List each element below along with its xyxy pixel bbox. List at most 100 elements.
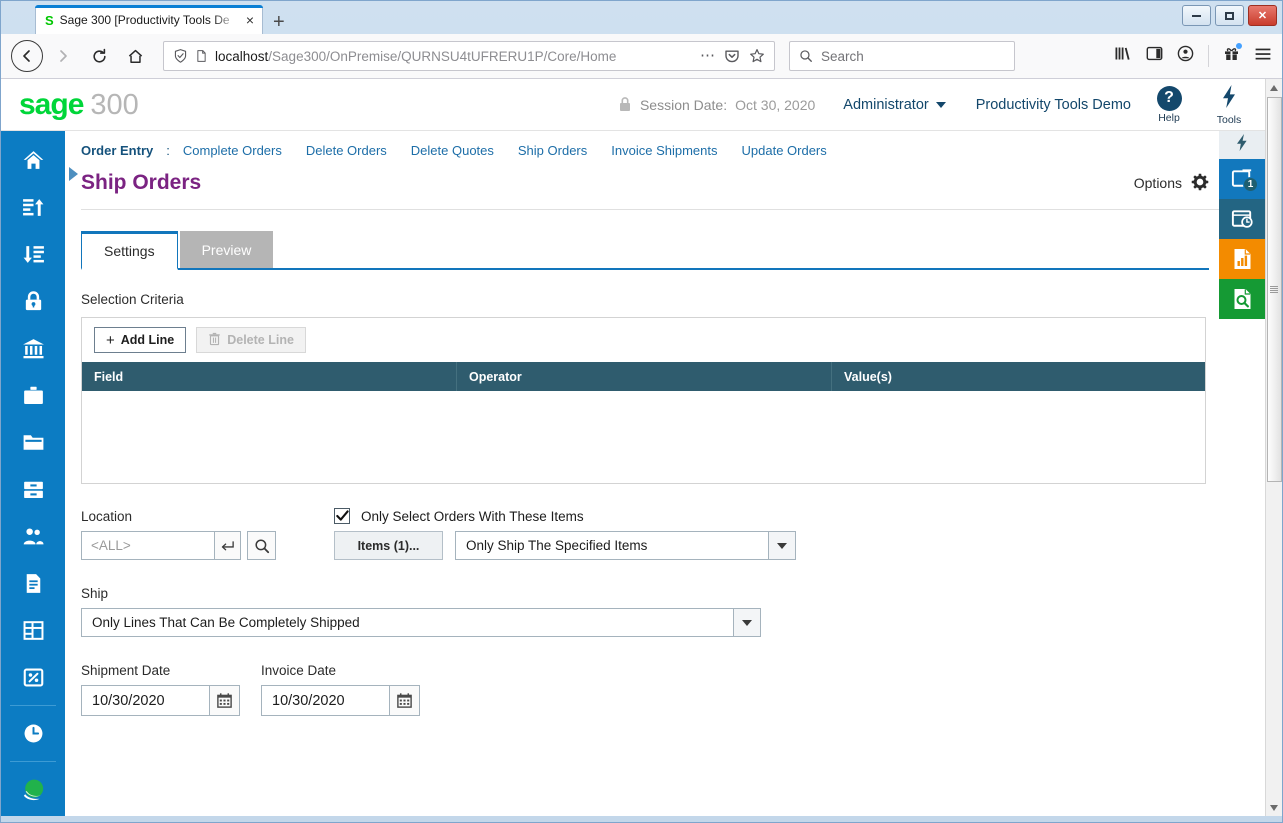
calendar-icon[interactable] <box>389 685 420 716</box>
new-tab-button[interactable]: + <box>273 12 285 32</box>
account-icon[interactable] <box>1177 45 1194 67</box>
column-header-values[interactable]: Value(s) <box>832 362 1205 391</box>
column-header-field[interactable]: Field <box>82 362 457 391</box>
library-icon[interactable] <box>1114 45 1132 67</box>
url-bar[interactable]: localhost/Sage300/OnPremise/QURNSU4tUFRE… <box>163 41 775 71</box>
help-button[interactable]: ? Help <box>1147 85 1191 124</box>
breadcrumb-link-delete-orders[interactable]: Delete Orders <box>306 143 387 158</box>
sage-logo[interactable]: sage 300 <box>19 88 139 121</box>
page-title: Ship Orders <box>81 171 202 194</box>
sage-logo-number: 300 <box>90 88 139 121</box>
right-rail-window-list[interactable]: 1 <box>1219 159 1265 199</box>
scroll-up-button[interactable] <box>1265 79 1282 96</box>
only-select-orders-checkbox-row[interactable]: Only Select Orders With These Items <box>334 508 796 524</box>
ship-select-value: Only Lines That Can Be Completely Shippe… <box>92 615 360 630</box>
bookmark-star-icon[interactable] <box>749 48 765 64</box>
breadcrumb-separator: : <box>166 143 170 158</box>
tab-preview[interactable]: Preview <box>179 231 274 270</box>
back-button[interactable] <box>11 40 43 72</box>
sidebar-item-bank-services[interactable] <box>1 325 65 372</box>
page-scrollbar[interactable] <box>1265 79 1282 816</box>
menu-expander[interactable] <box>65 131 81 816</box>
scroll-down-button[interactable] <box>1265 799 1282 816</box>
extensions-gift-icon[interactable] <box>1223 43 1242 67</box>
sidebar-item-recent[interactable] <box>1 710 65 757</box>
items-controls-row: Items (1)... Only Ship The Specified Ite… <box>334 531 796 560</box>
shipment-date-field: 10/30/2020 <box>81 685 240 716</box>
tab-settings[interactable]: Settings <box>81 231 178 270</box>
hamburger-menu-icon[interactable] <box>1254 46 1272 67</box>
expand-arrow-icon[interactable] <box>68 167 78 181</box>
only-select-orders-checkbox[interactable] <box>334 508 350 524</box>
breadcrumb-link-update-orders[interactable]: Update Orders <box>742 143 827 158</box>
shipment-date-input[interactable]: 10/30/2020 <box>81 685 209 716</box>
maximize-button[interactable] <box>1215 5 1244 26</box>
only-select-orders-label: Only Select Orders With These Items <box>361 508 584 524</box>
breadcrumb-link-complete-orders[interactable]: Complete Orders <box>183 143 282 158</box>
items-button[interactable]: Items (1)... <box>334 531 443 560</box>
right-rail-schedule[interactable] <box>1219 199 1265 239</box>
breadcrumb-link-invoice-shipments[interactable]: Invoice Shipments <box>611 143 717 158</box>
enter-arrow-icon[interactable] <box>214 531 241 560</box>
chevron-down-icon[interactable] <box>733 609 760 636</box>
minimize-button[interactable] <box>1182 5 1211 26</box>
sidebar-item-home[interactable] <box>1 137 65 184</box>
sage-header: sage 300 Session Date: Oct 30, 2020 Admi… <box>1 79 1265 131</box>
briefcase-icon <box>23 386 43 405</box>
selection-criteria-grid: + Add Line Delete Line Field Operator Va… <box>81 317 1206 484</box>
scrollbar-thumb[interactable] <box>1266 97 1282 482</box>
chevron-down-icon[interactable] <box>768 532 795 559</box>
add-line-button[interactable]: + Add Line <box>94 327 187 353</box>
pocket-icon[interactable] <box>724 48 740 64</box>
right-rail-reports[interactable] <box>1219 239 1265 279</box>
forward-button[interactable] <box>47 40 79 72</box>
sidebar-item-reports[interactable] <box>1 607 65 654</box>
ship-select[interactable]: Only Lines That Can Be Completely Shippe… <box>81 608 761 637</box>
sidebar-toggle-icon[interactable] <box>1146 45 1163 67</box>
accounts-receivable-icon <box>23 246 44 263</box>
user-menu[interactable]: Administrator <box>843 97 946 113</box>
sidebar-item-purchase-orders[interactable] <box>1 560 65 607</box>
session-date-label: Session Date: <box>639 96 728 113</box>
browser-tab[interactable]: S Sage 300 [Productivity Tools De × <box>35 5 263 34</box>
search-input[interactable]: Search <box>789 41 1015 71</box>
location-search-button[interactable] <box>247 531 276 560</box>
tools-button[interactable]: Tools <box>1207 84 1251 126</box>
ship-mode-select[interactable]: Only Ship The Specified Items <box>455 531 796 560</box>
sidebar-item-sage-globe[interactable] <box>1 766 65 813</box>
window-controls: ✕ <box>1182 5 1277 26</box>
right-rail-toggle[interactable] <box>1219 131 1265 159</box>
sidebar-item-common-services[interactable] <box>1 372 65 419</box>
reload-button[interactable] <box>83 40 115 72</box>
grid-header-row: Field Operator Value(s) <box>82 362 1205 391</box>
column-header-operator[interactable]: Operator <box>457 362 832 391</box>
grid-body-empty[interactable] <box>82 391 1205 483</box>
document-icon <box>26 574 40 593</box>
extensions-badge-dot <box>1236 43 1242 49</box>
location-input[interactable]: <ALL> <box>81 531 214 560</box>
settings-panel: Selection Criteria + Add Line Delete Lin… <box>81 270 1219 816</box>
sidebar-item-inventory-control[interactable] <box>1 466 65 513</box>
sidebar-item-accounts-payable[interactable] <box>1 184 65 231</box>
close-icon[interactable]: × <box>244 13 256 27</box>
options-button[interactable]: Options <box>1134 173 1219 194</box>
grid-toolbar: + Add Line Delete Line <box>82 318 1205 362</box>
right-rail-inquiry[interactable] <box>1219 279 1265 319</box>
breadcrumb-link-delete-quotes[interactable]: Delete Quotes <box>411 143 494 158</box>
plus-icon: + <box>106 331 115 349</box>
sidebar-item-order-entry[interactable] <box>1 513 65 560</box>
location-label: Location <box>81 509 133 524</box>
sidebar-item-tax-services[interactable] <box>1 654 65 701</box>
page-actions-icon[interactable]: ⋯ <box>700 48 715 63</box>
breadcrumb-link-ship-orders[interactable]: Ship Orders <box>518 143 587 158</box>
delete-line-button[interactable]: Delete Line <box>196 327 306 353</box>
sidebar-item-general-ledger[interactable] <box>1 419 65 466</box>
window-close-button[interactable]: ✕ <box>1248 5 1277 26</box>
sidebar-item-administrative-services[interactable] <box>1 278 65 325</box>
rail-divider <box>10 705 56 706</box>
dates-row: Shipment Date 10/30/2020 Invoice Date 10… <box>81 663 1219 716</box>
invoice-date-input[interactable]: 10/30/2020 <box>261 685 389 716</box>
sidebar-item-accounts-receivable[interactable] <box>1 231 65 278</box>
home-button[interactable] <box>119 40 151 72</box>
calendar-icon[interactable] <box>209 685 240 716</box>
